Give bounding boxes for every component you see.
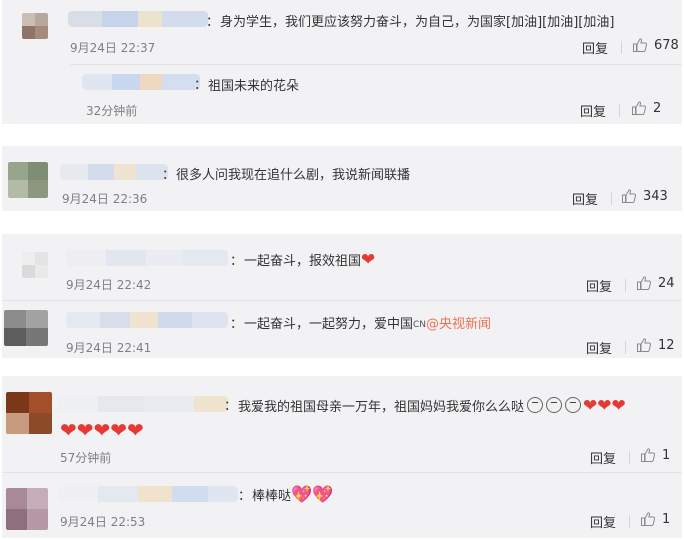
sub-divider	[70, 64, 682, 65]
username-blurred[interactable]	[66, 312, 228, 328]
reply-button[interactable]: 回复	[590, 512, 616, 531]
avatar[interactable]	[22, 13, 48, 39]
thumbs-up-icon	[641, 448, 656, 462]
heart-row: ❤❤❤❤❤	[60, 420, 144, 441]
cn-tag: CN	[413, 320, 427, 330]
comment-time: 9月24日 22:42	[66, 278, 152, 292]
thumbs-up-icon	[622, 189, 637, 203]
comment-time: 9月24日 22:53	[60, 515, 146, 529]
comment-text: 棒棒哒💖💖	[252, 485, 334, 505]
divider	[611, 192, 612, 205]
like-count: 12	[658, 337, 675, 353]
comment-block-4: ： 我爱我的祖国母亲一万年，祖国妈妈我爱你么么哒 ❤❤❤ ❤❤❤❤❤ 57分钟前 …	[2, 376, 682, 538]
like-button[interactable]: 2	[631, 100, 661, 116]
reply-button[interactable]: 回复	[582, 38, 608, 57]
thumbs-up-icon	[637, 338, 652, 352]
like-count: 678	[654, 37, 679, 53]
thumbs-up-icon	[637, 276, 652, 290]
red-heart-emoji: ❤❤❤❤❤	[60, 418, 144, 442]
like-count: 1	[662, 511, 671, 527]
reply-button[interactable]: 回复	[586, 276, 612, 295]
colon: ：	[238, 489, 252, 504]
comment-block-2: ： 很多人问我现在追什么剧，我说新闻联播 9月24日 22:36 回复 343	[2, 146, 682, 211]
reply-text: 祖国未来的花朵	[208, 79, 300, 94]
divider	[629, 515, 630, 528]
like-button[interactable]: 24	[636, 275, 675, 291]
comment-text: 身为学生，我们更应该努力奋斗，为自己，为国家[加油][加油][加油]	[220, 15, 615, 30]
comment-feed: ： 身为学生，我们更应该努力奋斗，为自己，为国家[加油][加油][加油] 9月2…	[0, 0, 684, 540]
colon: ：	[230, 317, 244, 332]
comment-block-1: ： 身为学生，我们更应该努力奋斗，为自己，为国家[加油][加油][加油] 9月2…	[2, 0, 682, 124]
red-heart-emoji: ❤❤❤	[583, 396, 626, 416]
divider	[621, 41, 622, 54]
kiss-emoji	[565, 397, 582, 413]
reply-time: 32分钟前	[86, 104, 138, 118]
comment-time: 9月24日 22:37	[70, 41, 156, 55]
comment-time: 9月24日 22:36	[62, 192, 148, 206]
like-button[interactable]: 678	[632, 37, 679, 53]
mention-link[interactable]: @央视新闻	[426, 317, 491, 332]
reply-time: 9月24日 22:41	[66, 341, 152, 355]
comment-time: 57分钟前	[60, 451, 112, 465]
red-heart-emoji: ❤	[361, 250, 376, 270]
kiss-emoji	[546, 397, 563, 413]
username-blurred[interactable]	[58, 396, 228, 412]
like-count: 2	[653, 100, 662, 116]
username-blurred[interactable]	[60, 164, 168, 180]
kiss-emoji	[527, 397, 544, 413]
divider	[619, 104, 620, 117]
colon: ：	[162, 168, 176, 183]
avatar[interactable]	[8, 162, 48, 198]
avatar[interactable]	[6, 488, 48, 530]
username-blurred[interactable]	[82, 74, 200, 90]
divider	[629, 451, 630, 464]
like-button[interactable]: 1	[640, 447, 670, 463]
divider	[625, 279, 626, 292]
comment-text: 很多人问我现在追什么剧，我说新闻联播	[176, 168, 411, 183]
thumbs-up-icon	[632, 101, 647, 115]
pink-heart-emoji: 💖	[312, 485, 334, 505]
thumbs-up-icon	[633, 38, 648, 52]
colon: ：	[230, 254, 244, 269]
avatar[interactable]	[6, 392, 52, 434]
like-count: 24	[658, 275, 675, 291]
like-count: 1	[662, 447, 671, 463]
reply-button[interactable]: 回复	[572, 189, 598, 208]
avatar[interactable]	[4, 310, 48, 346]
thumbs-up-icon	[641, 512, 656, 526]
username-blurred[interactable]	[58, 486, 238, 502]
like-button[interactable]: 343	[621, 188, 668, 204]
colon: ：	[206, 15, 220, 30]
colon: ：	[224, 399, 238, 414]
comment-text: 我爱我的祖国母亲一万年，祖国妈妈我爱你么么哒 ❤❤❤	[238, 396, 626, 416]
sub-divider	[2, 472, 682, 473]
comment-text: 一起奋斗，报效祖国❤	[244, 250, 376, 270]
colon: ：	[194, 78, 208, 93]
reply-button[interactable]: 回复	[590, 448, 616, 467]
reply-button[interactable]: 回复	[580, 101, 606, 120]
username-blurred[interactable]	[66, 250, 228, 266]
pink-heart-emoji: 💖	[291, 485, 313, 505]
reply-text: 一起奋斗，一起努力，爱中国CN@央视新闻	[244, 317, 492, 332]
comment-block-3: ： 一起奋斗，报效祖国❤ 9月24日 22:42 回复 24 ： 一起奋斗，一起…	[2, 234, 682, 358]
divider	[625, 341, 626, 354]
avatar[interactable]	[22, 252, 48, 278]
like-button[interactable]: 1	[640, 511, 670, 527]
like-button[interactable]: 12	[636, 337, 675, 353]
username-blurred[interactable]	[68, 11, 208, 27]
like-count: 343	[643, 188, 668, 204]
sub-divider	[2, 300, 682, 301]
reply-button[interactable]: 回复	[586, 338, 612, 357]
